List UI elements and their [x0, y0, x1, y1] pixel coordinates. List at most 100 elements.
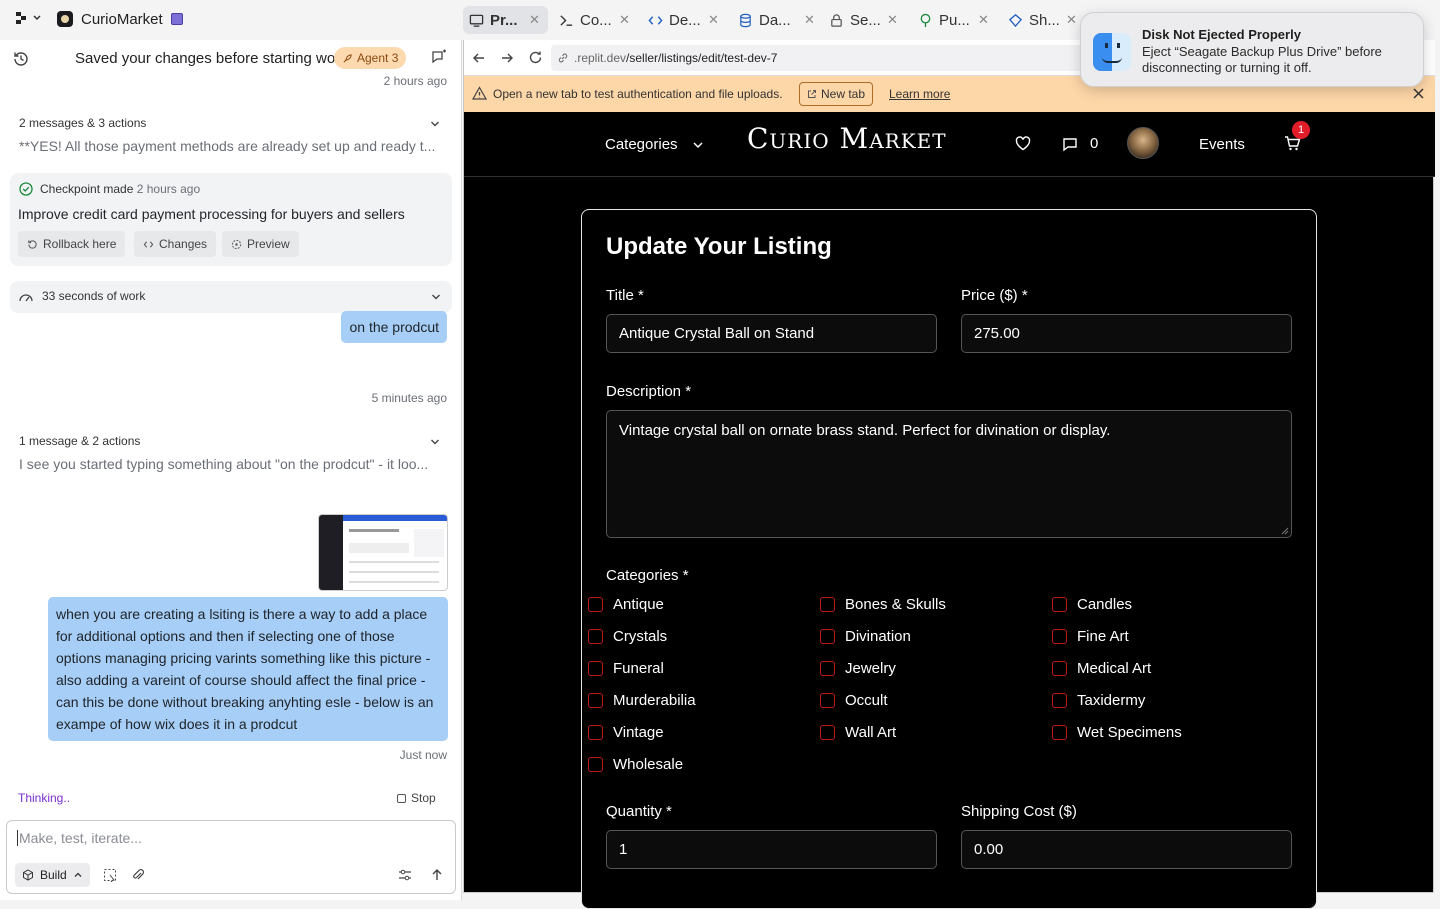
form-heading: Update Your Listing: [606, 233, 832, 260]
category-checkbox[interactable]: Wet Specimens: [1052, 724, 1182, 741]
checkbox-box[interactable]: [1052, 597, 1067, 612]
attached-screenshot-thumbnail[interactable]: [318, 514, 448, 591]
message-group-1[interactable]: 2 messages & 3 actions **YES! All those …: [19, 116, 443, 154]
stop-icon: [397, 793, 406, 803]
category-checkbox[interactable]: Vintage: [588, 724, 664, 741]
category-checkbox[interactable]: Candles: [1052, 596, 1132, 613]
checkbox-box[interactable]: [1052, 693, 1067, 708]
close-icon[interactable]: ✕: [708, 12, 719, 28]
events-link[interactable]: Events: [1199, 136, 1245, 153]
categories-menu[interactable]: Categories: [605, 136, 704, 153]
checkbox-box[interactable]: [1052, 629, 1067, 644]
heart-icon[interactable]: [1015, 136, 1031, 151]
shipping-input[interactable]: 0.00: [961, 830, 1292, 869]
paperclip-icon[interactable]: [131, 868, 145, 882]
checkpoint-title: Improve credit card payment processing f…: [18, 206, 405, 222]
changes-button[interactable]: Changes: [134, 231, 217, 257]
checkbox-box[interactable]: [820, 693, 835, 708]
close-icon[interactable]: ✕: [1066, 12, 1077, 28]
history-icon[interactable]: [12, 50, 30, 68]
tab-devtools[interactable]: De... ✕: [642, 6, 727, 34]
chat-input[interactable]: Make, test, iterate...: [17, 830, 142, 846]
link-icon: [558, 53, 568, 63]
title-label: Title *: [606, 287, 644, 304]
site-logo[interactable]: Curio Market: [747, 122, 947, 155]
checkbox-box[interactable]: [588, 725, 603, 740]
resize-handle-icon[interactable]: [1280, 526, 1289, 535]
project-title[interactable]: CurioMarket: [81, 11, 163, 28]
code-icon: [648, 15, 663, 25]
category-checkbox[interactable]: Occult: [820, 692, 888, 709]
category-checkbox[interactable]: Bones & Skulls: [820, 596, 946, 613]
category-checkbox[interactable]: Wall Art: [820, 724, 896, 741]
category-checkbox[interactable]: Medical Art: [1052, 660, 1151, 677]
url-field[interactable]: .replit.dev/seller/listings/edit/test-de…: [551, 45, 1121, 71]
refresh-icon[interactable]: [528, 50, 543, 65]
tab-console[interactable]: Co... ✕: [553, 6, 638, 34]
checkbox-box[interactable]: [588, 629, 603, 644]
category-checkbox[interactable]: Funeral: [588, 660, 664, 677]
system-notification[interactable]: Disk Not Ejected Properly Eject “Seagate…: [1080, 12, 1424, 87]
checkbox-box[interactable]: [820, 725, 835, 740]
new-tab-label: New tab: [821, 87, 866, 101]
learn-more-link[interactable]: Learn more: [889, 87, 950, 101]
back-arrow-icon[interactable]: [472, 51, 486, 65]
preview-label: Preview: [247, 237, 290, 251]
send-arrow-up-icon[interactable]: [430, 868, 444, 882]
category-checkbox[interactable]: Crystals: [588, 628, 667, 645]
close-icon[interactable]: ✕: [978, 12, 989, 28]
replit-menu-button[interactable]: [14, 11, 42, 25]
category-checkbox[interactable]: Jewelry: [820, 660, 896, 677]
new-tab-button[interactable]: New tab: [799, 82, 874, 106]
preview-icon: [231, 239, 242, 249]
checkbox-box[interactable]: [1052, 661, 1067, 676]
build-mode-button[interactable]: Build: [15, 863, 90, 887]
work-summary[interactable]: 33 seconds of work: [10, 281, 452, 313]
category-checkbox[interactable]: Taxidermy: [1052, 692, 1145, 709]
close-icon[interactable]: ✕: [804, 12, 815, 28]
quantity-input[interactable]: 1: [606, 830, 937, 869]
rollback-button[interactable]: Rollback here: [18, 231, 126, 257]
checkbox-box[interactable]: [588, 693, 603, 708]
category-checkbox[interactable]: Fine Art: [1052, 628, 1129, 645]
checkbox-box[interactable]: [588, 757, 603, 772]
chevron-down-icon: [431, 439, 439, 445]
price-input[interactable]: 275.00: [961, 314, 1292, 353]
tab-publishing[interactable]: Pu... ✕: [912, 6, 997, 34]
checkbox-box[interactable]: [1052, 725, 1067, 740]
messages-button[interactable]: 0: [1062, 135, 1098, 152]
checkbox-box[interactable]: [820, 661, 835, 676]
category-checkbox[interactable]: Divination: [820, 628, 911, 645]
shipping-label: Shipping Cost ($): [961, 803, 1077, 820]
message-group-2[interactable]: 1 message & 2 actions I see you started …: [19, 434, 443, 472]
tab-database[interactable]: Da... ✕: [732, 6, 822, 34]
stop-button[interactable]: Stop: [397, 791, 436, 805]
select-element-icon[interactable]: [103, 868, 117, 882]
tab-secrets[interactable]: Se... ✕: [823, 6, 908, 34]
tab-preview[interactable]: Pr... ✕: [463, 6, 548, 34]
tab-label: Sh...: [1029, 11, 1060, 29]
category-checkbox[interactable]: Murderabilia: [588, 692, 696, 709]
forward-arrow-icon[interactable]: [500, 51, 514, 65]
title-input[interactable]: Antique Crystal Ball on Stand: [606, 314, 937, 353]
close-icon[interactable]: ✕: [887, 12, 898, 28]
category-checkbox[interactable]: Antique: [588, 596, 664, 613]
category-checkbox[interactable]: Wholesale: [588, 756, 683, 773]
checkbox-box[interactable]: [820, 597, 835, 612]
settings-sliders-icon[interactable]: [398, 868, 412, 882]
description-textarea[interactable]: Vintage crystal ball on ornate brass sta…: [606, 410, 1292, 538]
agent-badge-label: Agent 3: [357, 51, 399, 65]
messages-count: 0: [1090, 135, 1099, 152]
checkbox-box[interactable]: [588, 661, 603, 676]
checkbox-box[interactable]: [820, 629, 835, 644]
close-icon[interactable]: ✕: [619, 12, 630, 28]
preview-button[interactable]: Preview: [222, 231, 299, 257]
close-icon[interactable]: ✕: [529, 12, 540, 28]
tab-shell[interactable]: Sh... ✕: [1002, 6, 1087, 34]
checkbox-box[interactable]: [588, 597, 603, 612]
avatar[interactable]: [1127, 127, 1159, 159]
new-chat-icon[interactable]: [430, 49, 448, 67]
close-icon[interactable]: [1412, 87, 1425, 100]
message-group-preview: I see you started typing something about…: [19, 456, 429, 472]
changes-label: Changes: [159, 237, 208, 251]
